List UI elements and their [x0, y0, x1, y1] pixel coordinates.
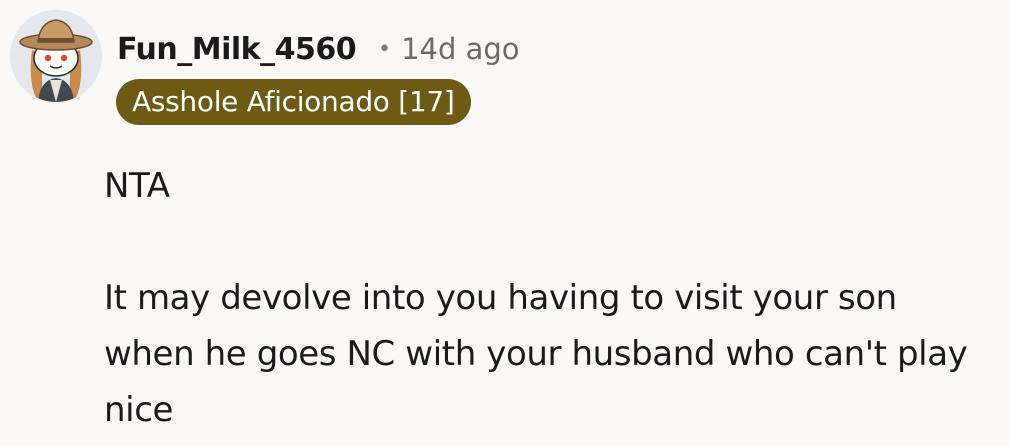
user-avatar-icon[interactable] [10, 10, 102, 102]
comment-timestamp[interactable]: 14d ago [401, 32, 519, 66]
separator-dot: • [378, 36, 392, 62]
comment-paragraph: NTA [104, 166, 170, 206]
comment-paragraph: It may devolve into you having to visit … [104, 278, 968, 430]
comment-body: NTA It may devolve into you having to vi… [104, 158, 994, 438]
comment: Fun_Milk_4560 • 14d ago Asshole Aficiona… [0, 0, 1009, 446]
author-username-link[interactable]: Fun_Milk_4560 [117, 32, 357, 67]
comment-header: Fun_Milk_4560 • 14d ago [117, 26, 520, 72]
user-flair-badge: Asshole Aficionado [17] [116, 79, 471, 125]
